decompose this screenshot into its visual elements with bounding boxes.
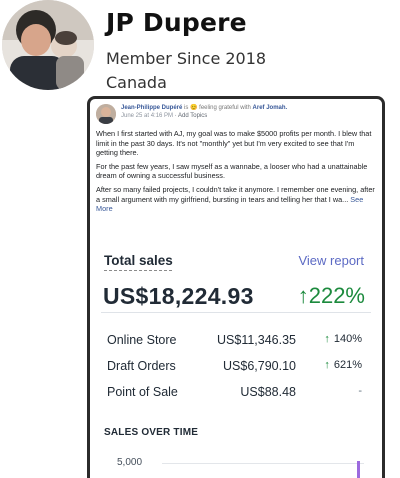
chart-spike [357, 461, 360, 478]
total-sales-underline [104, 270, 172, 271]
profile-header: JP Dupere Member Since 2018 Canada [0, 0, 400, 96]
post-meta: Jean-Philippe Dupéré is 😊 feeling gratef… [121, 104, 287, 120]
avatar [2, 0, 94, 90]
post-author-avatar[interactable] [96, 104, 116, 124]
sales-row-online-store: Online Store US$11,346.35 ↑ 140% [104, 327, 368, 353]
post-date[interactable]: June 25 at 4:16 PM [121, 113, 173, 119]
total-sales-amount: US$18,224.93 [103, 283, 254, 309]
row-change-value: 140% [333, 333, 362, 345]
row-label: Online Store [107, 333, 177, 347]
row-amount: US$88.48 [240, 385, 296, 399]
divider [101, 312, 371, 313]
row-label: Draft Orders [107, 359, 176, 373]
post-feeling: is 😊 feeling grateful with [184, 105, 251, 111]
add-topics-link[interactable]: · Add Topics [175, 113, 208, 119]
sales-over-time-label: SALES OVER TIME [104, 427, 199, 438]
row-change: ↑ 621% [324, 359, 362, 371]
chart-gridline [162, 463, 364, 464]
screenshot-card: Jean-Philippe Dupéré is 😊 feeling gratef… [87, 96, 385, 478]
row-change: - [358, 385, 362, 397]
sales-row-draft-orders: Draft Orders US$6,790.10 ↑ 621% [104, 353, 368, 379]
view-report-link[interactable]: View report [298, 253, 364, 268]
row-amount: US$11,346.35 [217, 333, 296, 347]
total-sales-change: ↑222% [297, 283, 365, 308]
row-amount: US$6,790.10 [223, 359, 296, 373]
sales-row-point-of-sale: Point of Sale US$88.48 - [104, 379, 368, 405]
post-tagged[interactable]: Aref Jomah. [253, 105, 288, 111]
total-sales-label: Total sales [104, 253, 173, 268]
post-paragraph: For the past few years, I saw myself as … [96, 161, 368, 181]
facebook-post: Jean-Philippe Dupéré is 😊 feeling gratef… [90, 99, 382, 242]
sales-summary: Total sales View report US$18,224.93 ↑22… [90, 243, 382, 323]
up-arrow-icon: ↑ [324, 333, 330, 345]
avatar-photo [2, 0, 94, 90]
row-label: Point of Sale [107, 385, 178, 399]
row-change-value: 621% [333, 359, 362, 371]
sales-header: Total sales View report [101, 243, 371, 271]
row-change: ↑ 140% [324, 333, 362, 345]
total-row: US$18,224.93 ↑222% [101, 283, 371, 323]
post-body: When I first started with AJ, my goal wa… [96, 129, 376, 214]
axis-tick-label: 5,000 [117, 457, 143, 468]
profile-country: Canada [106, 73, 167, 92]
profile-name: JP Dupere [106, 8, 247, 37]
up-arrow-icon: ↑ [324, 359, 330, 371]
post-paragraph: When I first started with AJ, my goal wa… [96, 129, 372, 158]
post-author[interactable]: Jean-Philippe Dupéré [121, 105, 182, 111]
post-header: Jean-Philippe Dupéré is 😊 feeling gratef… [96, 104, 376, 124]
post-paragraph: After so many failed projects, I couldn'… [96, 185, 376, 214]
post-avatar-photo [96, 104, 116, 124]
member-since: Member Since 2018 [106, 49, 267, 68]
sales-breakdown: Online Store US$11,346.35 ↑ 140% Draft Or… [90, 327, 382, 405]
post-paragraph-text: After so many failed projects, I couldn'… [96, 184, 375, 204]
